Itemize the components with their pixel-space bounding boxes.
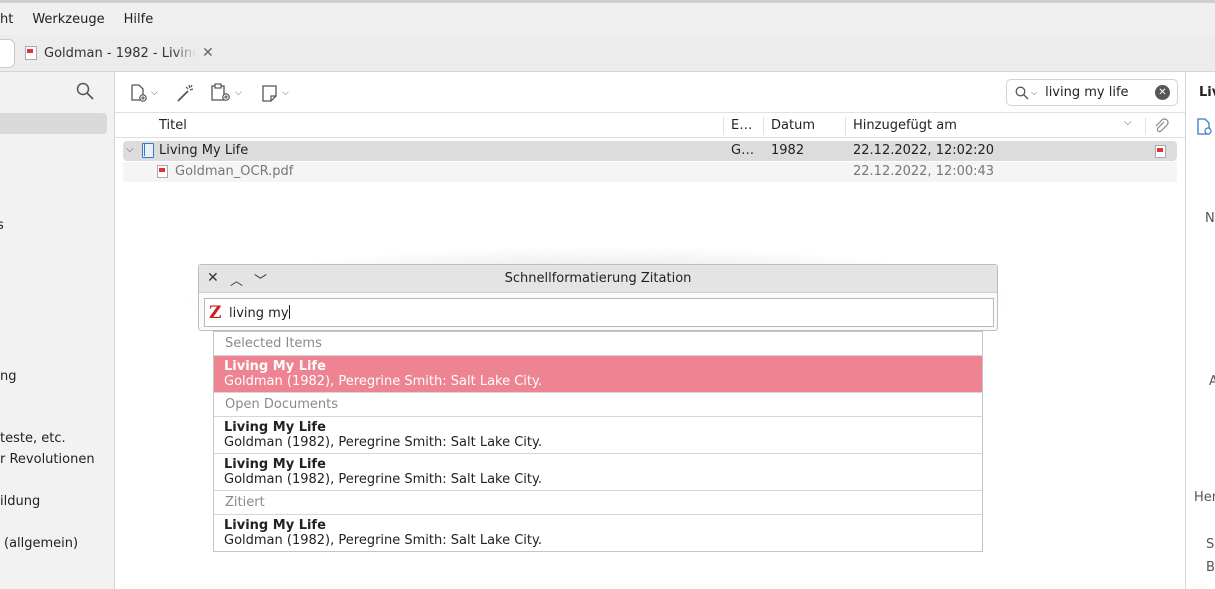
chevron-down-icon: ⌵ [282, 88, 289, 98]
quick-format-dialog: ✕ ︿ ﹀ Schnellformatierung Zitation Z liv… [198, 264, 998, 331]
attachment-added: 22.12.2022, 12:00:43 [853, 164, 995, 179]
result-title: Living My Life [224, 518, 326, 533]
pdf-icon [25, 46, 37, 60]
collection-item[interactable]: ng [0, 369, 17, 384]
search-icon [1015, 86, 1029, 99]
result-detail: Goldman (1982), Peregrine Smith: Salt La… [224, 533, 542, 548]
menu-help[interactable]: Hilfe [124, 12, 154, 27]
dialog-titlebar[interactable]: ✕ ︿ ﹀ Schnellformatierung Zitation [199, 265, 997, 293]
collection-item[interactable]: teste, etc. [0, 431, 66, 446]
result-detail: Goldman (1982), Peregrine Smith: Salt La… [224, 472, 542, 487]
menu-tools[interactable]: Werkzeuge [32, 12, 104, 27]
tab-document[interactable]: Goldman - 1982 - Living My Life ✕ [25, 45, 214, 61]
result-detail: Goldman (1982), Peregrine Smith: Salt La… [224, 374, 542, 389]
results-section-header: Selected Items [214, 332, 982, 356]
item-creator: G… [731, 143, 755, 158]
table-row[interactable]: ⌵ Living My Life G… 1982 22.12.2022, 12:… [123, 141, 1177, 161]
new-note-button[interactable]: ⌵ [261, 81, 289, 105]
collections-pane: s ng teste, etc. r Revolutionen ildung (… [0, 72, 115, 589]
search-mode-chevron-icon[interactable]: ⌵ [1031, 88, 1037, 98]
column-date[interactable]: Datum [771, 118, 815, 133]
citation-results-list: Selected Items Living My Life Goldman (1… [213, 331, 983, 552]
chevron-down-icon: ⌵ [151, 88, 158, 98]
menu-view[interactable]: ht [0, 12, 13, 27]
expand-chevron-icon[interactable]: ⌵ [126, 144, 134, 155]
search-icon[interactable] [76, 82, 94, 100]
citation-search-value-wrap: living my [229, 305, 290, 321]
pdf-icon [157, 165, 168, 178]
column-header: Titel E… Datum Hinzugefügt am ⌵ [115, 113, 1185, 138]
attachment-file-icon[interactable] [1196, 118, 1212, 136]
result-title: Living My Life [224, 420, 326, 435]
item-title: Living My Life [159, 143, 249, 158]
citation-search-value: living my [229, 306, 289, 321]
book-icon [142, 143, 154, 158]
column-added[interactable]: Hinzugefügt am [853, 118, 957, 133]
column-picker-chevron-icon[interactable]: ⌵ [1124, 117, 1132, 128]
column-separator[interactable] [723, 117, 724, 135]
item-pane-title: Liv [1199, 85, 1215, 100]
column-separator[interactable] [763, 117, 764, 135]
tab-bar: Goldman - 1982 - Living My Life ✕ [0, 35, 1215, 72]
result-title: Living My Life [224, 359, 326, 374]
item-pane: Liv Nu A Her SI BI [1185, 72, 1215, 589]
new-item-button[interactable]: ⌵ [128, 81, 158, 105]
new-item-icon [131, 84, 147, 102]
add-attachment-button[interactable]: ⌵ [210, 81, 242, 105]
column-separator[interactable] [845, 117, 846, 135]
add-by-identifier-button[interactable] [175, 81, 195, 105]
citation-result-item[interactable]: Living My Life Goldman (1982), Peregrine… [214, 417, 982, 454]
result-detail: Goldman (1982), Peregrine Smith: Salt La… [224, 435, 542, 450]
results-section-header: Open Documents [214, 393, 982, 417]
items-toolbar: ⌵ ⌵ ⌵ ⌵ living my life ✕ [115, 72, 1185, 113]
citation-result-item[interactable]: Living My Life Goldman (1982), Peregrine… [214, 515, 982, 552]
field-label: A [1209, 374, 1215, 389]
field-label: BI [1206, 560, 1215, 575]
chevron-down-icon: ⌵ [235, 88, 242, 98]
dialog-title: Schnellformatierung Zitation [504, 271, 692, 286]
column-title[interactable]: Titel [159, 118, 187, 133]
item-date: 1982 [771, 143, 805, 158]
result-title: Living My Life [224, 457, 326, 472]
collection-selected[interactable] [0, 113, 107, 134]
text-caret [288, 305, 290, 319]
column-separator [1145, 117, 1146, 135]
search-input[interactable]: living my life [1045, 85, 1155, 100]
collection-item[interactable]: s [0, 218, 4, 233]
field-label: Her [1194, 490, 1215, 505]
results-section-header: Zitiert [214, 491, 982, 515]
citation-result-item[interactable]: Living My Life Goldman (1982), Peregrine… [214, 356, 982, 393]
field-label: Nu [1205, 211, 1215, 226]
search-field[interactable]: ⌵ living my life ✕ [1006, 79, 1178, 106]
menubar: ht Werkzeuge Hilfe [0, 0, 1215, 35]
citation-search-input[interactable]: Z living my [204, 298, 994, 327]
pdf-icon[interactable] [1155, 145, 1166, 158]
zotero-logo-icon[interactable]: Z [209, 304, 221, 322]
field-label: SI [1206, 537, 1215, 552]
note-icon [262, 85, 277, 102]
collection-item[interactable]: (allgemein) [4, 536, 78, 551]
collection-item[interactable]: r Revolutionen [0, 452, 95, 467]
tab-library[interactable] [0, 39, 15, 68]
citation-result-item[interactable]: Living My Life Goldman (1982), Peregrine… [214, 454, 982, 491]
attachment-title: Goldman_OCR.pdf [175, 164, 294, 179]
column-creator[interactable]: E… [731, 118, 752, 133]
attachment-paperclip-icon [1155, 118, 1169, 133]
clear-search-icon[interactable]: ✕ [1155, 85, 1170, 100]
item-added: 22.12.2022, 12:02:20 [853, 143, 995, 158]
magic-wand-icon [177, 84, 194, 102]
attachment-add-icon [211, 83, 230, 101]
tab-document-title: Goldman - 1982 - Living My Life [44, 45, 196, 61]
table-row[interactable]: Goldman_OCR.pdf 22.12.2022, 12:00:43 [123, 162, 1177, 182]
collection-item[interactable]: ildung [0, 494, 40, 509]
close-icon[interactable]: ✕ [202, 45, 214, 61]
